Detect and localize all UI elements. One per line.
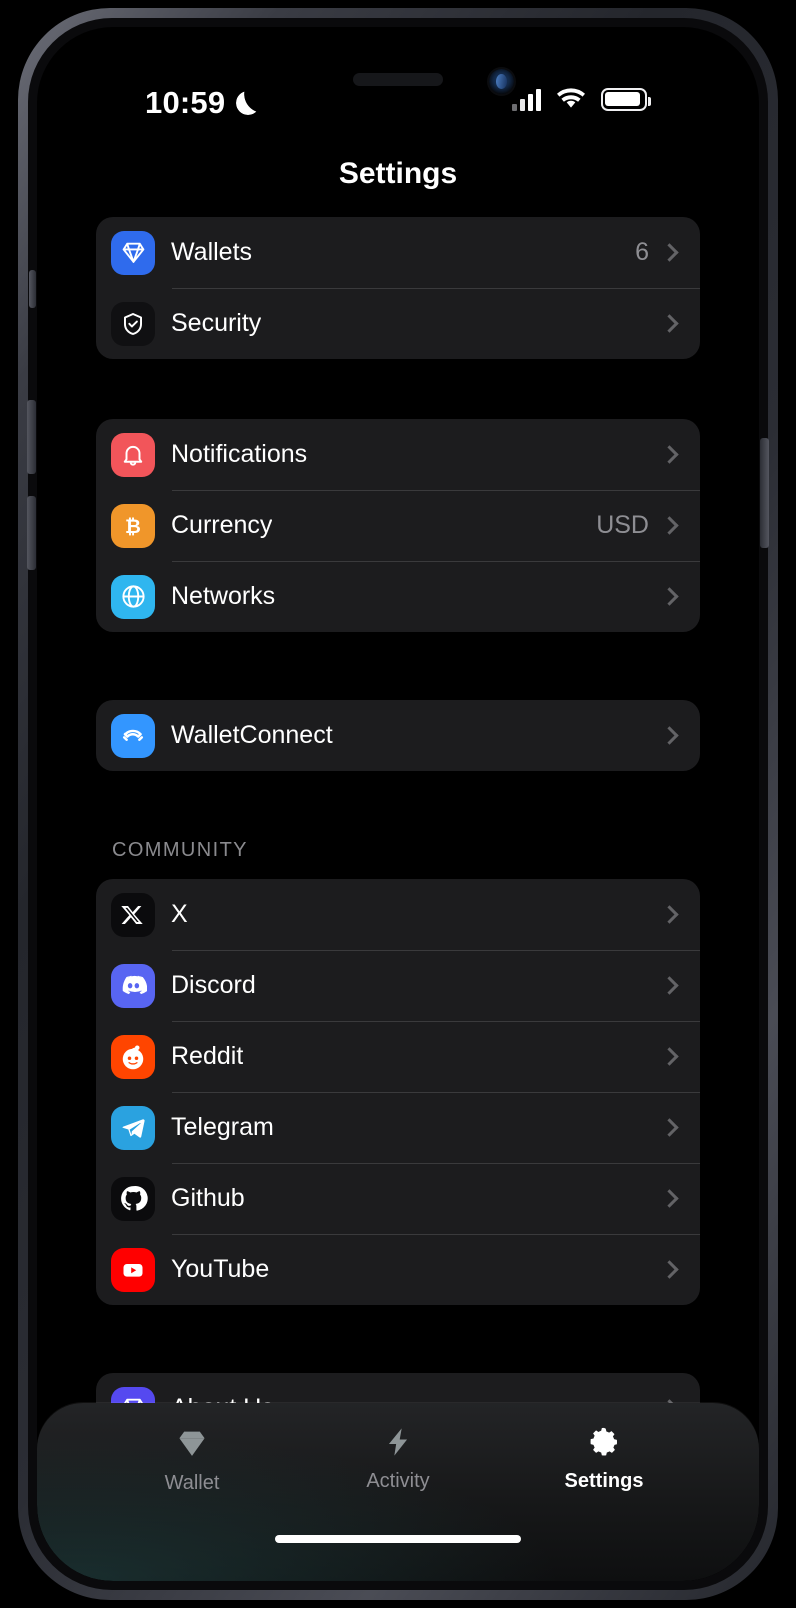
- chevron-right-icon: [660, 726, 679, 745]
- page-title: Settings: [338, 157, 458, 190]
- gem-icon: [111, 230, 155, 275]
- front-camera-icon: [489, 69, 514, 94]
- status-bar-time: 10:59: [145, 85, 226, 120]
- currency-value: USD: [596, 511, 649, 539]
- silent-switch[interactable]: [29, 270, 36, 308]
- chevron-right-icon: [660, 243, 679, 262]
- settings-row-label: Currency: [171, 511, 273, 539]
- settings-row-x[interactable]: X: [96, 879, 700, 950]
- settings-group-account: Wallets 6 Security: [96, 217, 700, 359]
- settings-group-walletconnect: WalletConnect: [96, 700, 700, 771]
- volume-down-button[interactable]: [27, 496, 36, 570]
- chevron-right-icon: [660, 976, 679, 995]
- settings-row-label: Telegram: [171, 1113, 274, 1141]
- settings-group-community: X Discord Reddit Telegram Github YouTube: [96, 879, 700, 1305]
- tab-label: Settings: [564, 1470, 644, 1492]
- chevron-right-icon: [660, 905, 679, 924]
- youtube-icon: [111, 1247, 155, 1292]
- settings-row-networks[interactable]: Networks: [96, 561, 700, 632]
- settings-row-label: Reddit: [171, 1042, 244, 1070]
- screenshot-stage: 10:59 Settings Wallets 6 Security Notifi…: [0, 0, 796, 1608]
- wallets-count: 6: [635, 238, 649, 266]
- bell-icon: [111, 432, 155, 477]
- settings-list[interactable]: Wallets 6 Security Notifications ₿ Curre…: [37, 217, 759, 1581]
- settings-row-discord[interactable]: Discord: [96, 950, 700, 1021]
- chevron-right-icon: [660, 314, 679, 333]
- settings-row-currency[interactable]: ₿ Currency USD: [96, 490, 700, 561]
- power-button[interactable]: [760, 438, 769, 548]
- chevron-right-icon: [660, 1118, 679, 1137]
- settings-row-label: Github: [171, 1184, 245, 1212]
- settings-row-label: Discord: [171, 971, 256, 999]
- status-bar-right: [512, 87, 652, 111]
- x-twitter-icon: [111, 892, 155, 937]
- settings-row-notifications[interactable]: Notifications: [96, 419, 700, 490]
- bitcoin-icon: ₿: [111, 503, 155, 548]
- settings-row-telegram[interactable]: Telegram: [96, 1092, 700, 1163]
- gem-icon: [179, 1431, 205, 1456]
- github-icon: [111, 1176, 155, 1221]
- section-header-community: COMMUNITY: [112, 839, 248, 861]
- walletconnect-icon: [111, 713, 155, 758]
- settings-row-label: Notifications: [171, 440, 308, 468]
- chevron-right-icon: [660, 1189, 679, 1208]
- bottom-tab-bar: Wallet Activity Settings: [37, 1403, 759, 1581]
- home-indicator[interactable]: [275, 1535, 521, 1543]
- settings-row-label: X: [171, 900, 188, 928]
- settings-row-label: YouTube: [171, 1255, 270, 1283]
- chevron-right-icon: [660, 1260, 679, 1279]
- volume-up-button[interactable]: [27, 400, 36, 474]
- settings-group-preferences: Notifications ₿ Currency USD Networks: [96, 419, 700, 632]
- chevron-right-icon: [660, 445, 679, 464]
- settings-row-reddit[interactable]: Reddit: [96, 1021, 700, 1092]
- wifi-icon: [557, 87, 585, 108]
- status-bar-left: 10:59: [145, 85, 260, 121]
- tab-settings[interactable]: Settings: [501, 1425, 707, 1495]
- phone-frame: 10:59 Settings Wallets 6 Security Notifi…: [18, 8, 778, 1600]
- settings-row-security[interactable]: Security: [96, 288, 700, 359]
- shield-check-icon: [111, 301, 155, 346]
- settings-row-label: Networks: [171, 582, 276, 610]
- settings-row-label: WalletConnect: [171, 721, 333, 749]
- status-bar: 10:59: [37, 27, 759, 145]
- phone-screen: 10:59 Settings Wallets 6 Security Notifi…: [37, 27, 759, 1581]
- settings-row-youtube[interactable]: YouTube: [96, 1234, 700, 1305]
- chevron-right-icon: [660, 516, 679, 535]
- tab-label: Activity: [366, 1470, 430, 1492]
- discord-icon: [111, 963, 155, 1008]
- lightning-icon: [388, 1428, 408, 1456]
- telegram-icon: [111, 1105, 155, 1150]
- globe-icon: [111, 574, 155, 619]
- settings-row-walletconnect[interactable]: WalletConnect: [96, 700, 700, 771]
- settings-row-label: Wallets: [171, 238, 253, 266]
- tab-activity[interactable]: Activity: [295, 1425, 501, 1495]
- chevron-right-icon: [660, 1047, 679, 1066]
- moon-icon: [236, 91, 260, 115]
- battery-icon: [601, 87, 652, 111]
- dynamic-island: [353, 73, 443, 86]
- cellular-signal-icon: [512, 87, 541, 111]
- svg-text:₿: ₿: [125, 515, 141, 537]
- phone-bezel: 10:59 Settings Wallets 6 Security Notifi…: [28, 18, 768, 1590]
- gear-icon: [590, 1427, 618, 1456]
- tab-label: Wallet: [164, 1472, 220, 1494]
- settings-row-wallets[interactable]: Wallets 6: [96, 217, 700, 288]
- reddit-icon: [111, 1034, 155, 1079]
- chevron-right-icon: [660, 587, 679, 606]
- tab-wallet[interactable]: Wallet: [89, 1425, 295, 1495]
- settings-row-github[interactable]: Github: [96, 1163, 700, 1234]
- settings-row-label: Security: [171, 309, 262, 337]
